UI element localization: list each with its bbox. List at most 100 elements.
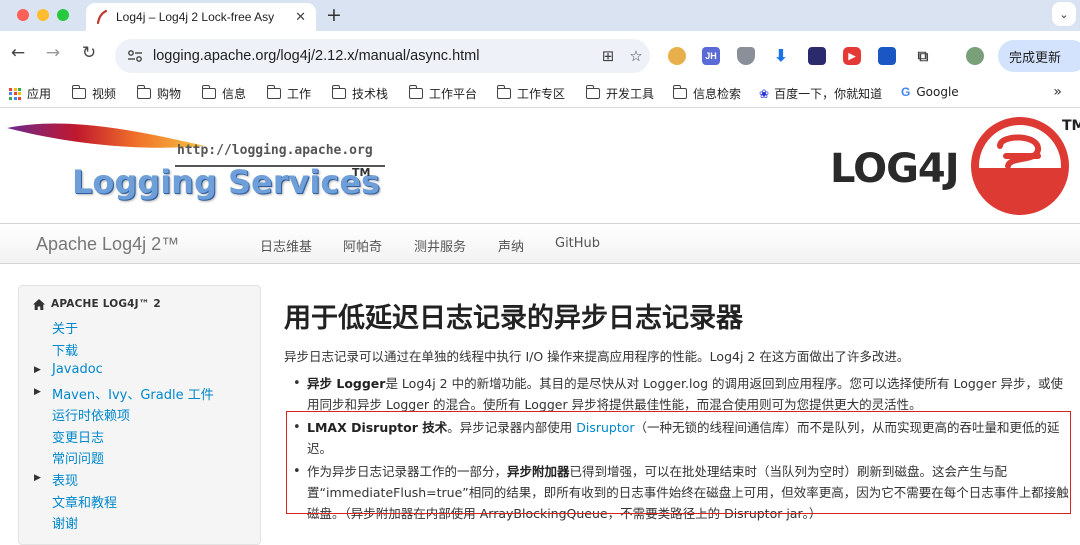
bookmark-label: 信息检索: [693, 87, 742, 101]
bookmark-label: 工作: [287, 87, 312, 101]
tab-bar: Log4j – Log4j 2 Lock-free Asy ✕ + ⌄: [0, 0, 1080, 31]
bookmark-apps[interactable]: 应用: [9, 85, 51, 102]
sidebar-item-maven[interactable]: Maven、Ivy、Gradle 工件: [52, 384, 214, 403]
site-navbar: Apache Log4j 2™ 日志维基 阿帕奇 测井服务 声纳 GitHub: [0, 223, 1080, 264]
logging-tm-mark: TM: [352, 166, 371, 179]
screen-extension-icon[interactable]: [878, 47, 896, 65]
new-tab-button[interactable]: +: [326, 4, 342, 26]
shield-extension-icon[interactable]: [737, 47, 755, 65]
reload-icon[interactable]: ↻: [77, 43, 101, 63]
sidebar-item-javadoc[interactable]: Javadoc: [52, 362, 103, 377]
logging-url-text: http://logging.apache.org: [177, 143, 373, 158]
maximize-window-button[interactable]: [57, 9, 69, 21]
jh-extension-icon[interactable]: JH: [702, 47, 720, 65]
folder-icon: [136, 85, 151, 99]
video-extension-icon[interactable]: ▶: [843, 47, 861, 65]
bookmark-label: 应用: [27, 87, 52, 101]
sidebar-item-faq[interactable]: 常问问题: [52, 448, 104, 467]
bookmark-label: 信息: [222, 87, 247, 101]
caret-right-icon[interactable]: ▶: [34, 473, 41, 483]
intro-paragraph: 异步日志记录可以通过在单独的线程中执行 I/O 操作来提高应用程序的性能。Log…: [284, 349, 910, 364]
colorful-extension-icon[interactable]: [808, 47, 826, 65]
bookmark-label: Google: [916, 85, 959, 99]
sidebar-item-changelog[interactable]: 变更日志: [52, 427, 104, 446]
url-text[interactable]: logging.apache.org/log4j/2.12.x/manual/a…: [153, 48, 594, 64]
site-settings-icon[interactable]: [127, 48, 143, 64]
bookmark-label: 技术栈: [352, 87, 389, 101]
folder-icon: [266, 85, 281, 99]
bookmark-folder[interactable]: 购物: [136, 85, 182, 102]
bookmark-folder[interactable]: 信息检索: [672, 85, 742, 102]
bookmark-folder[interactable]: 信息: [201, 85, 247, 102]
nav-link-sonar[interactable]: 声纳: [498, 236, 524, 255]
tab-title: Log4j – Log4j 2 Lock-free Asy: [116, 10, 275, 24]
log4j-logo-text[interactable]: LOG4J: [830, 146, 960, 192]
bookmark-label: 开发工具: [606, 87, 655, 101]
logging-services-title[interactable]: Logging Services: [72, 163, 380, 201]
update-button[interactable]: 完成更新: [998, 40, 1080, 72]
bookmark-label: 视频: [92, 87, 117, 101]
tab-search-chevron-icon[interactable]: ⌄: [1052, 2, 1076, 26]
extensions-puzzle-icon[interactable]: ⧉: [914, 47, 932, 65]
caret-right-icon[interactable]: ▶: [34, 387, 41, 397]
nav-link-apache[interactable]: 阿帕奇: [343, 236, 382, 255]
sidebar-item-download[interactable]: 下载: [52, 340, 78, 359]
log4j-tm-mark: TM: [1062, 118, 1080, 134]
bookmark-folder[interactable]: 技术栈: [331, 85, 389, 102]
sidebar-item-about[interactable]: 关于: [52, 318, 78, 337]
page-title: 用于低延迟日志记录的异步日志记录器: [284, 303, 743, 334]
sidebar-item-performance[interactable]: 表现: [52, 470, 78, 489]
sidebar-item-thanks[interactable]: 谢谢: [52, 513, 78, 532]
bookmark-google[interactable]: G Google: [901, 85, 959, 99]
profile-avatar[interactable]: [966, 47, 984, 65]
bookmark-label: 工作平台: [429, 87, 478, 101]
browser-toolbar: ← → ↻ logging.apache.org/log4j/2.12.x/ma…: [0, 31, 1080, 79]
minimize-window-button[interactable]: [37, 9, 49, 21]
sidebar-header: APACHE LOG4J™ 2: [33, 298, 161, 310]
tab-close-icon[interactable]: ✕: [295, 10, 306, 25]
feather-favicon-icon: [96, 10, 108, 24]
apps-grid-icon: [9, 87, 21, 100]
bookmark-label: 百度一下，你就知道: [774, 87, 883, 101]
sidebar-nav: APACHE LOG4J™ 2 关于 下载 ▶ Javadoc ▶ Maven、…: [18, 285, 261, 545]
folder-icon: [331, 85, 346, 99]
folder-icon: [71, 85, 86, 99]
close-window-button[interactable]: [17, 9, 29, 21]
log4j-logo-circle: [971, 117, 1069, 215]
site-banner: http://logging.apache.org Logging Servic…: [0, 108, 1080, 223]
forward-arrow-icon[interactable]: →: [41, 43, 65, 63]
bookmark-folder[interactable]: 工作专区: [496, 85, 566, 102]
bullet-bold: 异步 Logger: [307, 376, 386, 391]
folder-icon: [201, 85, 216, 99]
baidu-paw-icon: ❀: [759, 86, 770, 101]
bookmark-label: 工作专区: [517, 87, 566, 101]
bookmark-folder[interactable]: 视频: [71, 85, 117, 102]
folder-icon: [672, 85, 687, 99]
bookmark-baidu[interactable]: ❀ 百度一下，你就知道: [759, 85, 882, 102]
home-icon: [33, 298, 45, 310]
active-tab[interactable]: Log4j – Log4j 2 Lock-free Asy ✕: [86, 3, 316, 31]
bookmark-folder[interactable]: 开发工具: [585, 85, 655, 102]
caret-right-icon[interactable]: ▶: [34, 365, 41, 375]
url-path: /log4j/2.12.x/manual/async.html: [276, 48, 480, 64]
bookmark-label: 购物: [157, 87, 182, 101]
cookie-extension-icon[interactable]: [668, 47, 686, 65]
sidebar-item-articles[interactable]: 文章和教程: [52, 492, 117, 511]
bookmark-star-icon[interactable]: ☆: [622, 47, 650, 65]
back-arrow-icon[interactable]: ←: [6, 43, 30, 63]
bookmarks-bar: 应用 视频 购物 信息 工作 技术栈 工作平台 工作专区 开发工具 信息检索 ❀…: [0, 79, 1080, 108]
google-g-icon: G: [901, 85, 911, 99]
address-bar[interactable]: logging.apache.org/log4j/2.12.x/manual/a…: [115, 39, 650, 73]
bookmark-folder[interactable]: 工作平台: [408, 85, 478, 102]
nav-link-logging-services[interactable]: 测井服务: [414, 236, 466, 255]
download-icon[interactable]: ⬇: [772, 47, 790, 65]
nav-link-wiki[interactable]: 日志维基: [260, 236, 312, 255]
bookmark-folder[interactable]: 工作: [266, 85, 312, 102]
translate-icon[interactable]: ⊞: [594, 47, 622, 65]
navbar-brand[interactable]: Apache Log4j 2™: [36, 234, 179, 255]
list-item: 异步 Logger是 Log4j 2 中的新增功能。其目的是尽快从对 Logge…: [284, 373, 1074, 415]
nav-link-github[interactable]: GitHub: [555, 236, 600, 251]
sidebar-item-runtime-deps[interactable]: 运行时依赖项: [52, 405, 130, 424]
bookmarks-overflow-button[interactable]: »: [1053, 84, 1062, 100]
folder-icon: [585, 85, 600, 99]
